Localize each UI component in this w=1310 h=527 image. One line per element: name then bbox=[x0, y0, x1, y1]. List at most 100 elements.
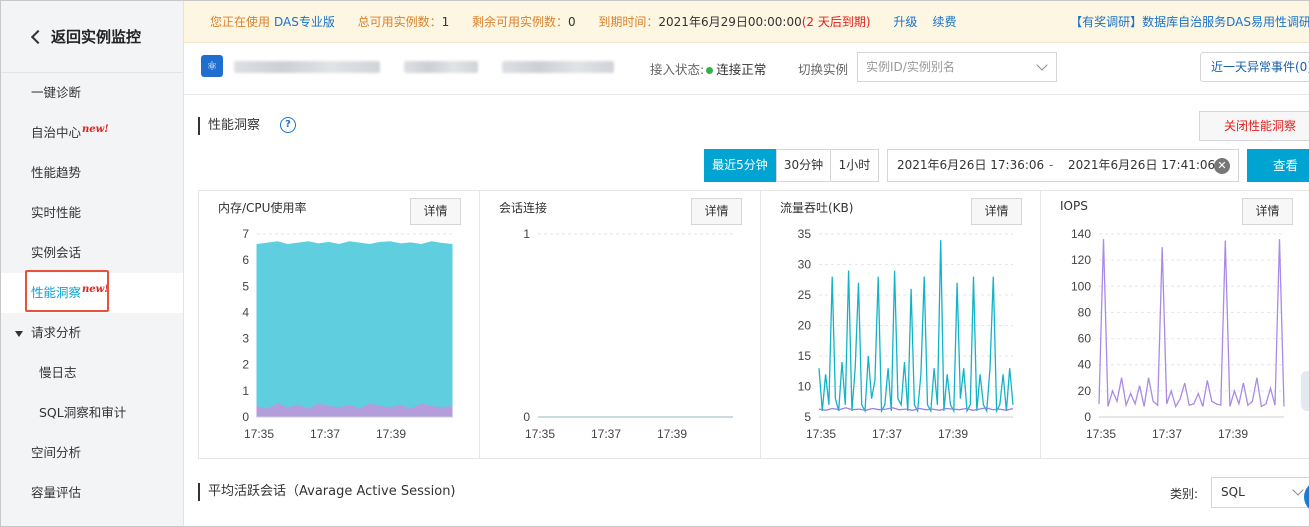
sidebar-item-7[interactable]: 慢日志 bbox=[1, 353, 183, 393]
back-to-monitor-button[interactable]: 返回实例监控 bbox=[1, 1, 183, 73]
y-tick-label: 25 bbox=[798, 288, 812, 302]
total-instances-label: 总可用实例数： bbox=[357, 15, 442, 29]
y-tick-label: 3 bbox=[242, 332, 249, 346]
series-line-0 bbox=[1098, 239, 1285, 409]
clear-icon[interactable]: ✕ bbox=[1214, 158, 1230, 174]
chevron-left-icon bbox=[30, 29, 46, 44]
y-tick-label: 80 bbox=[1078, 305, 1092, 319]
y-tick-label: 0 bbox=[1084, 410, 1091, 424]
y-tick-label: 1 bbox=[523, 227, 530, 241]
connection-status: 接入状态: 连接正常 bbox=[650, 59, 766, 78]
sidebar-item-4[interactable]: 实例会话 bbox=[1, 233, 183, 273]
switch-instance-select[interactable]: 实例ID/实例别名 bbox=[857, 52, 1057, 82]
y-tick-label: 10 bbox=[798, 380, 812, 394]
expire-note: (2 天后到期) bbox=[801, 15, 871, 29]
chart-panel-3: IOPS 详情 0 20 40 60 80 100 120 140 17:35 17:37 17:39 bbox=[1041, 191, 1309, 458]
caret-down-icon bbox=[15, 330, 23, 337]
category-select[interactable]: SQL bbox=[1211, 477, 1309, 508]
y-tick-label: 30 bbox=[798, 258, 812, 272]
range-30min-button[interactable]: 30分钟 bbox=[776, 149, 831, 182]
x-tick-label: 17:37 bbox=[872, 427, 902, 441]
help-icon[interactable]: ? bbox=[280, 117, 296, 133]
chart-svg: 0 1 17:35 17:37 17:39 bbox=[523, 227, 733, 441]
y-tick-label: 35 bbox=[798, 227, 812, 241]
y-tick-label: 100 bbox=[1071, 279, 1091, 293]
sidebar-item-label: 请求分析 bbox=[31, 325, 82, 340]
upgrade-link[interactable]: 升级 bbox=[893, 13, 917, 30]
sidebar-item-0[interactable]: 一键诊断 bbox=[1, 73, 183, 113]
sidebar-item-label: 性能趋势 bbox=[31, 165, 82, 180]
new-badge: new! bbox=[82, 284, 109, 295]
series-area-0 bbox=[256, 241, 453, 418]
total-instances-value: 1 bbox=[441, 14, 450, 29]
range-5min-button[interactable]: 最近5分钟 bbox=[704, 149, 776, 182]
x-tick-label: 17:39 bbox=[376, 427, 406, 441]
sidebar-item-label: SQL洞察和审计 bbox=[39, 405, 127, 420]
query-button[interactable]: 查看 bbox=[1247, 149, 1309, 182]
sidebar-item-label: 空间分析 bbox=[31, 445, 82, 460]
y-tick-label: 4 bbox=[242, 305, 249, 319]
range-1hour-button[interactable]: 1小时 bbox=[830, 149, 879, 182]
expire-label: 到期时间： bbox=[598, 15, 659, 29]
aas-title: 平均活跃会话（Avarage Active Session) bbox=[198, 483, 456, 501]
x-tick-label: 17:35 bbox=[525, 427, 555, 441]
sidebar-item-2[interactable]: 性能趋势 bbox=[1, 153, 183, 193]
sidebar-item-8[interactable]: SQL洞察和审计 bbox=[1, 393, 183, 433]
y-tick-label: 5 bbox=[804, 410, 811, 424]
connection-status-label: 接入状态: bbox=[650, 62, 705, 77]
sidebar-item-10[interactable]: 容量评估 bbox=[1, 473, 183, 513]
remaining-instances-label: 剩余可用实例数： bbox=[472, 15, 569, 29]
app-frame: 返回实例监控 一键诊断 自治中心new! 性能趋势 实时性能 实例会话 性能洞察new! 请… bbox=[0, 0, 1310, 527]
x-tick-label: 17:39 bbox=[1218, 427, 1248, 441]
x-tick-label: 17:35 bbox=[1086, 427, 1116, 441]
sidebar-item-5[interactable]: 性能洞察new! bbox=[1, 273, 183, 313]
renew-link[interactable]: 续费 bbox=[932, 13, 956, 30]
close-insight-button[interactable]: 关闭性能洞察 bbox=[1199, 111, 1309, 141]
date-range-picker[interactable]: 2021年6月26日 17:36:06 - 2021年6月26日 17:41:0… bbox=[887, 149, 1239, 182]
x-tick-label: 17:37 bbox=[310, 427, 340, 441]
status-dot-icon bbox=[706, 66, 714, 74]
new-badge: new! bbox=[82, 124, 109, 135]
y-tick-label: 120 bbox=[1071, 253, 1091, 267]
y-tick-label: 60 bbox=[1078, 332, 1092, 346]
sidebar-nav: 一键诊断 自治中心new! 性能趋势 实时性能 实例会话 性能洞察new! 请求分析 慢日志 S… bbox=[1, 73, 183, 513]
back-label: 返回实例监控 bbox=[51, 28, 142, 46]
y-tick-label: 15 bbox=[798, 349, 812, 363]
y-tick-label: 7 bbox=[242, 227, 249, 241]
sidebar-item-label: 实时性能 bbox=[31, 205, 82, 220]
sidebar-item-6[interactable]: 请求分析 bbox=[1, 313, 183, 353]
sidebar-item-9[interactable]: 空间分析 bbox=[1, 433, 183, 473]
edition-link[interactable]: DAS专业版 bbox=[274, 13, 335, 30]
instance-bar: ⚛ 接入状态: 连接正常 切换实例 实例ID/实例别名 近一天异常事件(0) bbox=[184, 43, 1309, 95]
side-drawer-handle[interactable] bbox=[1301, 371, 1309, 411]
recent-events-button[interactable]: 近一天异常事件(0) bbox=[1200, 52, 1309, 82]
y-tick-label: 5 bbox=[242, 279, 249, 293]
y-tick-label: 140 bbox=[1071, 227, 1091, 241]
x-tick-label: 17:39 bbox=[938, 427, 968, 441]
expire-value: 2021年6月29日00:00:00 bbox=[658, 15, 802, 29]
remaining-instances-value: 0 bbox=[568, 14, 576, 29]
sidebar-item-label: 实例会话 bbox=[31, 245, 82, 260]
sidebar-item-label: 一键诊断 bbox=[31, 85, 82, 100]
sidebar-item-label: 性能洞察 bbox=[31, 285, 82, 300]
category-label: 类别: bbox=[1170, 487, 1199, 501]
survey-link[interactable]: 【有奖调研】数据库自治服务DAS易用性调研 bbox=[1070, 13, 1309, 30]
y-tick-label: 20 bbox=[798, 319, 812, 333]
chevron-down-icon bbox=[1036, 59, 1048, 71]
sidebar-item-3[interactable]: 实时性能 bbox=[1, 193, 183, 233]
charts-row: 内存/CPU使用率 详情 0 1 2 3 4 5 6 7 17:35 17:37 17:39 会话连接 详情… bbox=[198, 190, 1309, 459]
chart-panel-0: 内存/CPU使用率 详情 0 1 2 3 4 5 6 7 17:35 17:37 17:39 bbox=[199, 191, 480, 458]
redacted-instance-id bbox=[234, 61, 380, 73]
chevron-down-icon bbox=[1292, 484, 1304, 496]
y-tick-label: 6 bbox=[242, 253, 249, 267]
chart-svg: 0 20 40 60 80 100 120 140 17:35 17:37 17:39 bbox=[1071, 227, 1285, 441]
mysql-icon: ⚛ bbox=[201, 55, 223, 77]
chart-svg: 0 1 2 3 4 5 6 7 17:35 17:37 17:39 bbox=[242, 227, 453, 441]
redacted-instance-info bbox=[502, 61, 614, 73]
sidebar-item-1[interactable]: 自治中心new! bbox=[1, 113, 183, 153]
chart-panel-2: 流量吞吐(KB) 详情 5 10 15 20 25 30 35 17:35 17:37 17:39 bbox=[761, 191, 1041, 458]
sidebar-item-label: 慢日志 bbox=[39, 365, 77, 380]
x-tick-label: 17:35 bbox=[244, 427, 274, 441]
y-tick-label: 20 bbox=[1078, 384, 1092, 398]
using-prefix: 您正在使用 bbox=[210, 15, 271, 29]
